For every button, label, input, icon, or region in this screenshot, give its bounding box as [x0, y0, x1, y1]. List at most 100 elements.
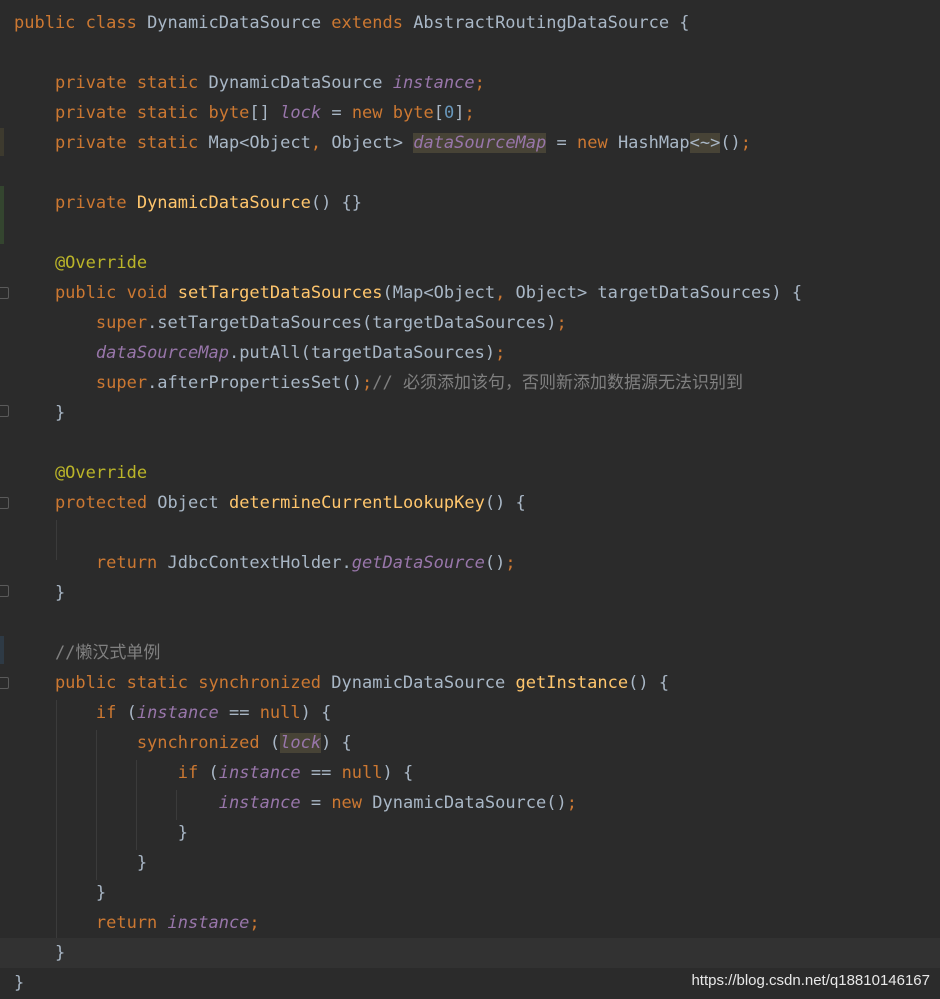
code-token: HashMap: [617, 133, 690, 153]
code-line[interactable]: public static synchronized DynamicDataSo…: [0, 668, 940, 698]
code-line[interactable]: [0, 38, 940, 68]
watermark: https://blog.csdn.net/q18810146167: [691, 972, 930, 989]
code-line[interactable]: super.setTargetDataSources(targetDataSou…: [0, 308, 940, 338]
code-line[interactable]: }: [0, 878, 940, 908]
code-line[interactable]: private static DynamicDataSource instanc…: [0, 68, 940, 98]
code-token: new: [351, 103, 393, 123]
code-line[interactable]: }: [0, 938, 940, 968]
code-token: }: [14, 973, 25, 993]
code-token: Object> targetDataSources) {: [515, 283, 803, 303]
code-line[interactable]: [0, 218, 940, 248]
code-line[interactable]: public void setTargetDataSources(Map<Obj…: [0, 278, 940, 308]
code-token: Object>: [331, 133, 414, 153]
code-token: () {: [628, 673, 670, 693]
code-token: private static: [14, 103, 209, 123]
code-token: new: [331, 793, 373, 813]
code-token: .putAll(targetDataSources): [228, 343, 496, 363]
code-token: private static: [14, 73, 209, 93]
code-token: ;: [362, 373, 373, 393]
code-line[interactable]: }: [0, 398, 940, 428]
code-token: DynamicDataSource: [208, 73, 393, 93]
code-token: ==: [218, 703, 260, 723]
code-token: AbstractRoutingDataSource {: [413, 13, 690, 33]
code-line[interactable]: }: [0, 578, 940, 608]
code-line[interactable]: dataSourceMap.putAll(targetDataSources);: [0, 338, 940, 368]
code-token: // 必须添加该句，否则新添加数据源无法识别到: [372, 373, 743, 393]
code-token: getDataSource: [351, 553, 485, 573]
code-token: dataSourceMap: [95, 343, 229, 363]
code-token: ;: [464, 103, 475, 123]
code-line[interactable]: return instance;: [0, 908, 940, 938]
code-token: (: [208, 763, 219, 783]
code-token: getInstance: [515, 673, 629, 693]
code-token: ==: [300, 763, 342, 783]
code-token: ;: [566, 793, 577, 813]
code-token: setTargetDataSources: [177, 283, 383, 303]
code-token: (: [126, 703, 137, 723]
code-token: //懒汉式单例: [14, 643, 161, 663]
code-token: @Override: [14, 253, 148, 273]
code-token: () {}: [310, 193, 363, 213]
code-token: DynamicDataSource: [136, 193, 311, 213]
code-token: super: [14, 373, 148, 393]
code-line[interactable]: super.afterPropertiesSet();// 必须添加该句，否则新…: [0, 368, 940, 398]
code-token: }: [14, 883, 107, 903]
code-token: ]: [454, 103, 465, 123]
code-line[interactable]: if (instance == null) {: [0, 758, 940, 788]
code-token: ;: [495, 343, 506, 363]
code-line[interactable]: return JdbcContextHolder.getDataSource()…: [0, 548, 940, 578]
code-token: instance: [392, 73, 475, 93]
code-token: byte: [208, 103, 250, 123]
code-line[interactable]: if (instance == null) {: [0, 698, 940, 728]
code-token: ,: [495, 283, 516, 303]
code-token: ) {: [300, 703, 332, 723]
code-token: lock: [280, 103, 322, 123]
code-line[interactable]: }: [0, 818, 940, 848]
code-line[interactable]: //懒汉式单例: [0, 638, 940, 668]
code-token: return: [14, 553, 168, 573]
code-line[interactable]: @Override: [0, 248, 940, 278]
code-line[interactable]: [0, 428, 940, 458]
code-token: if: [14, 763, 209, 783]
code-token: lock: [280, 733, 322, 753]
code-line[interactable]: [0, 158, 940, 188]
code-token: () {: [484, 493, 526, 513]
code-token: =: [546, 133, 577, 153]
code-token: DynamicDataSource: [147, 13, 332, 33]
code-line[interactable]: [0, 608, 940, 638]
code-line[interactable]: private DynamicDataSource() {}: [0, 188, 940, 218]
code-token: DynamicDataSource: [331, 673, 516, 693]
code-token: instance: [218, 793, 301, 813]
code-line[interactable]: instance = new DynamicDataSource();: [0, 788, 940, 818]
code-token: JdbcContextHolder.: [167, 553, 352, 573]
code-line[interactable]: private static Map<Object, Object> dataS…: [0, 128, 940, 158]
code-line[interactable]: protected Object determineCurrentLookupK…: [0, 488, 940, 518]
code-token: ;: [474, 73, 485, 93]
code-token: ;: [556, 313, 567, 333]
code-line[interactable]: }: [0, 848, 940, 878]
code-line[interactable]: [0, 518, 940, 548]
code-token: }: [14, 403, 66, 423]
code-token: (: [269, 733, 281, 753]
code-token: ,: [310, 133, 332, 153]
code-line[interactable]: synchronized (lock) {: [0, 728, 940, 758]
code-editor[interactable]: public class DynamicDataSource extends A…: [0, 0, 940, 999]
code-token: instance: [136, 703, 219, 723]
code-token: protected: [14, 493, 158, 513]
code-token: =: [300, 793, 332, 813]
code-token: super: [14, 313, 148, 333]
code-token: ;: [740, 133, 752, 153]
code-token: if: [14, 703, 127, 723]
code-line[interactable]: private static byte[] lock = new byte[0]…: [0, 98, 940, 128]
code-line[interactable]: @Override: [0, 458, 940, 488]
code-token: null: [259, 703, 301, 723]
code-token: synchronized: [14, 733, 270, 753]
code-token: 0: [443, 103, 455, 123]
code-line[interactable]: public class DynamicDataSource extends A…: [0, 8, 940, 38]
code-token: }: [14, 823, 188, 843]
code-token: null: [341, 763, 383, 783]
code-token: }: [14, 583, 66, 603]
code-token: ;: [505, 553, 516, 573]
code-token: <~>: [689, 133, 721, 153]
